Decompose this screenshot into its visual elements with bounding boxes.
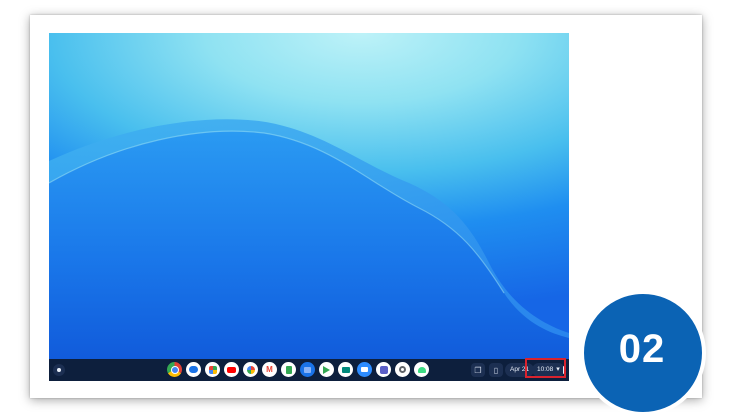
chrome-icon[interactable] bbox=[167, 362, 182, 377]
play-store-icon[interactable] bbox=[319, 362, 334, 377]
teams-icon[interactable] bbox=[376, 362, 391, 377]
settings-icon[interactable] bbox=[395, 362, 410, 377]
overview-button[interactable]: ❐ bbox=[471, 363, 485, 377]
chromeos-desktop: M ❐ ▯ Apr 21 10:08 ▾ bbox=[49, 33, 569, 381]
launcher-circle-icon bbox=[57, 368, 61, 372]
phone-hub-button[interactable]: ▯ bbox=[489, 363, 503, 377]
step-number: 02 bbox=[618, 326, 666, 371]
step-badge: 02 bbox=[580, 290, 706, 416]
tray-buttons: ❐ ▯ bbox=[471, 363, 503, 377]
meet-icon[interactable] bbox=[338, 362, 353, 377]
status-area-highlight bbox=[525, 358, 566, 378]
phone-icon: ▯ bbox=[493, 365, 499, 375]
sheets-icon[interactable] bbox=[281, 362, 296, 377]
youtube-icon[interactable] bbox=[224, 362, 239, 377]
android-icon[interactable] bbox=[414, 362, 429, 377]
files-icon[interactable] bbox=[300, 362, 315, 377]
maps-icon[interactable] bbox=[205, 362, 220, 377]
messages-icon[interactable] bbox=[186, 362, 201, 377]
zoom-icon[interactable] bbox=[357, 362, 372, 377]
gmail-icon[interactable]: M bbox=[262, 362, 277, 377]
pinned-apps: M bbox=[167, 362, 429, 377]
photos-icon[interactable] bbox=[243, 362, 258, 377]
launcher-button[interactable] bbox=[53, 364, 65, 376]
overview-icon: ❐ bbox=[474, 365, 482, 375]
shelf: M ❐ ▯ Apr 21 10:08 ▾ bbox=[49, 359, 569, 381]
wallpaper bbox=[49, 119, 569, 381]
